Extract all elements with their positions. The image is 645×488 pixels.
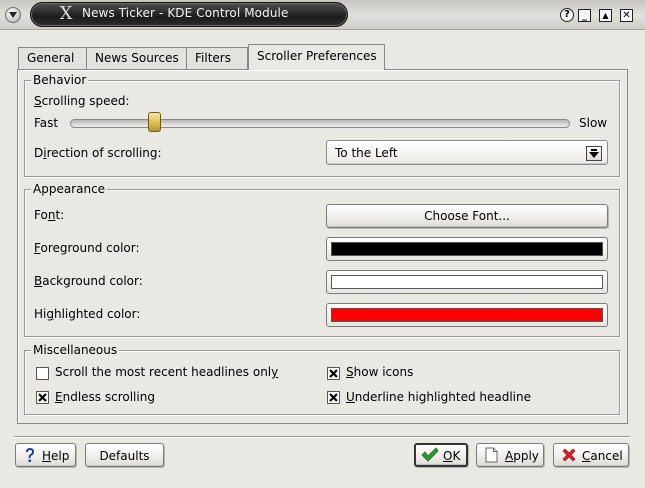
font-label: Font: xyxy=(34,208,65,222)
defaults-label: Defaults xyxy=(99,449,150,463)
endless-scrolling-checkbox[interactable] xyxy=(36,391,49,404)
app-icon: X xyxy=(59,3,73,24)
highlighted-color-label: Highlighted color: xyxy=(34,307,141,321)
miscellaneous-legend: Miscellaneous xyxy=(31,343,120,357)
maximize-button[interactable]: ▲ xyxy=(599,9,612,22)
underline-headline-checkbox[interactable] xyxy=(327,391,340,404)
speed-slider-track[interactable] xyxy=(70,119,570,128)
foreground-color-button[interactable] xyxy=(326,237,608,261)
miscellaneous-group xyxy=(24,350,620,415)
close-icon: ✕ xyxy=(622,10,631,21)
appearance-legend: Appearance xyxy=(31,182,108,196)
checkmark-icon xyxy=(421,447,439,462)
tab-filters[interactable]: Filters xyxy=(186,47,248,69)
question-icon: ? xyxy=(564,9,570,20)
background-color-swatch xyxy=(331,275,603,289)
separator xyxy=(14,436,630,438)
scrolling-speed-label: Scrolling speed: xyxy=(34,94,130,108)
endless-scrolling-label[interactable]: Endless scrolling xyxy=(55,390,155,404)
apply-button[interactable]: Apply xyxy=(476,443,544,467)
minimize-icon: _ xyxy=(582,10,587,21)
apply-label: Apply xyxy=(505,449,539,463)
question-icon xyxy=(26,448,34,462)
direction-combo[interactable]: To the Left xyxy=(326,140,608,165)
check-x-icon xyxy=(329,393,338,402)
check-x-icon xyxy=(38,393,47,402)
background-color-label: Background color: xyxy=(34,274,143,288)
ok-button[interactable]: OK xyxy=(414,443,468,467)
scroll-recent-label[interactable]: Scroll the most recent headlines only xyxy=(55,365,278,379)
choose-font-label: Choose Font... xyxy=(424,209,510,223)
tab-general[interactable]: General xyxy=(18,47,87,69)
foreground-color-swatch xyxy=(331,242,603,256)
help-button[interactable]: Help xyxy=(15,443,76,467)
background-color-button[interactable] xyxy=(326,270,608,294)
show-icons-label[interactable]: Show icons xyxy=(346,365,413,379)
close-button[interactable]: ✕ xyxy=(620,9,633,22)
defaults-button[interactable]: Defaults xyxy=(85,443,164,467)
check-x-icon xyxy=(329,369,338,378)
highlighted-color-swatch xyxy=(331,308,603,322)
show-icons-checkbox[interactable] xyxy=(327,367,340,380)
help-label: Help xyxy=(42,449,70,463)
chevron-down-icon xyxy=(9,12,17,18)
help-titlebar-button[interactable]: ? xyxy=(560,8,574,22)
underline-headline-label[interactable]: Underline highlighted headline xyxy=(346,390,531,404)
highlighted-color-button[interactable] xyxy=(326,303,608,327)
cancel-button[interactable]: Cancel xyxy=(553,443,629,467)
ok-label: OK xyxy=(443,449,461,463)
arrow-down-icon xyxy=(586,146,602,161)
maximize-icon: ▲ xyxy=(602,11,609,20)
slow-label: Slow xyxy=(579,116,608,130)
minimize-button[interactable]: _ xyxy=(578,9,591,22)
tab-label: General xyxy=(27,51,75,65)
tab-scroller-preferences[interactable]: Scroller Preferences xyxy=(248,44,385,70)
cancel-label: Cancel xyxy=(582,449,623,463)
foreground-color-label: Foreground color: xyxy=(34,241,140,255)
document-icon xyxy=(485,447,498,463)
tab-label: Filters xyxy=(195,51,231,65)
tab-label: Scroller Preferences xyxy=(257,49,377,63)
behavior-legend: Behavior xyxy=(31,73,89,87)
direction-label: Direction of scrolling: xyxy=(34,146,162,160)
red-x-icon xyxy=(562,448,576,462)
fast-label: Fast xyxy=(34,116,59,130)
tab-news-sources[interactable]: News Sources xyxy=(86,47,187,69)
scroll-recent-checkbox[interactable] xyxy=(36,367,49,380)
direction-value: To the Left xyxy=(335,146,398,160)
speed-slider-handle[interactable] xyxy=(147,112,161,132)
window-menu-button[interactable] xyxy=(5,7,21,23)
window-title: News Ticker - KDE Control Module xyxy=(82,6,289,20)
tab-label: News Sources xyxy=(95,51,179,65)
choose-font-button[interactable]: Choose Font... xyxy=(326,204,608,228)
